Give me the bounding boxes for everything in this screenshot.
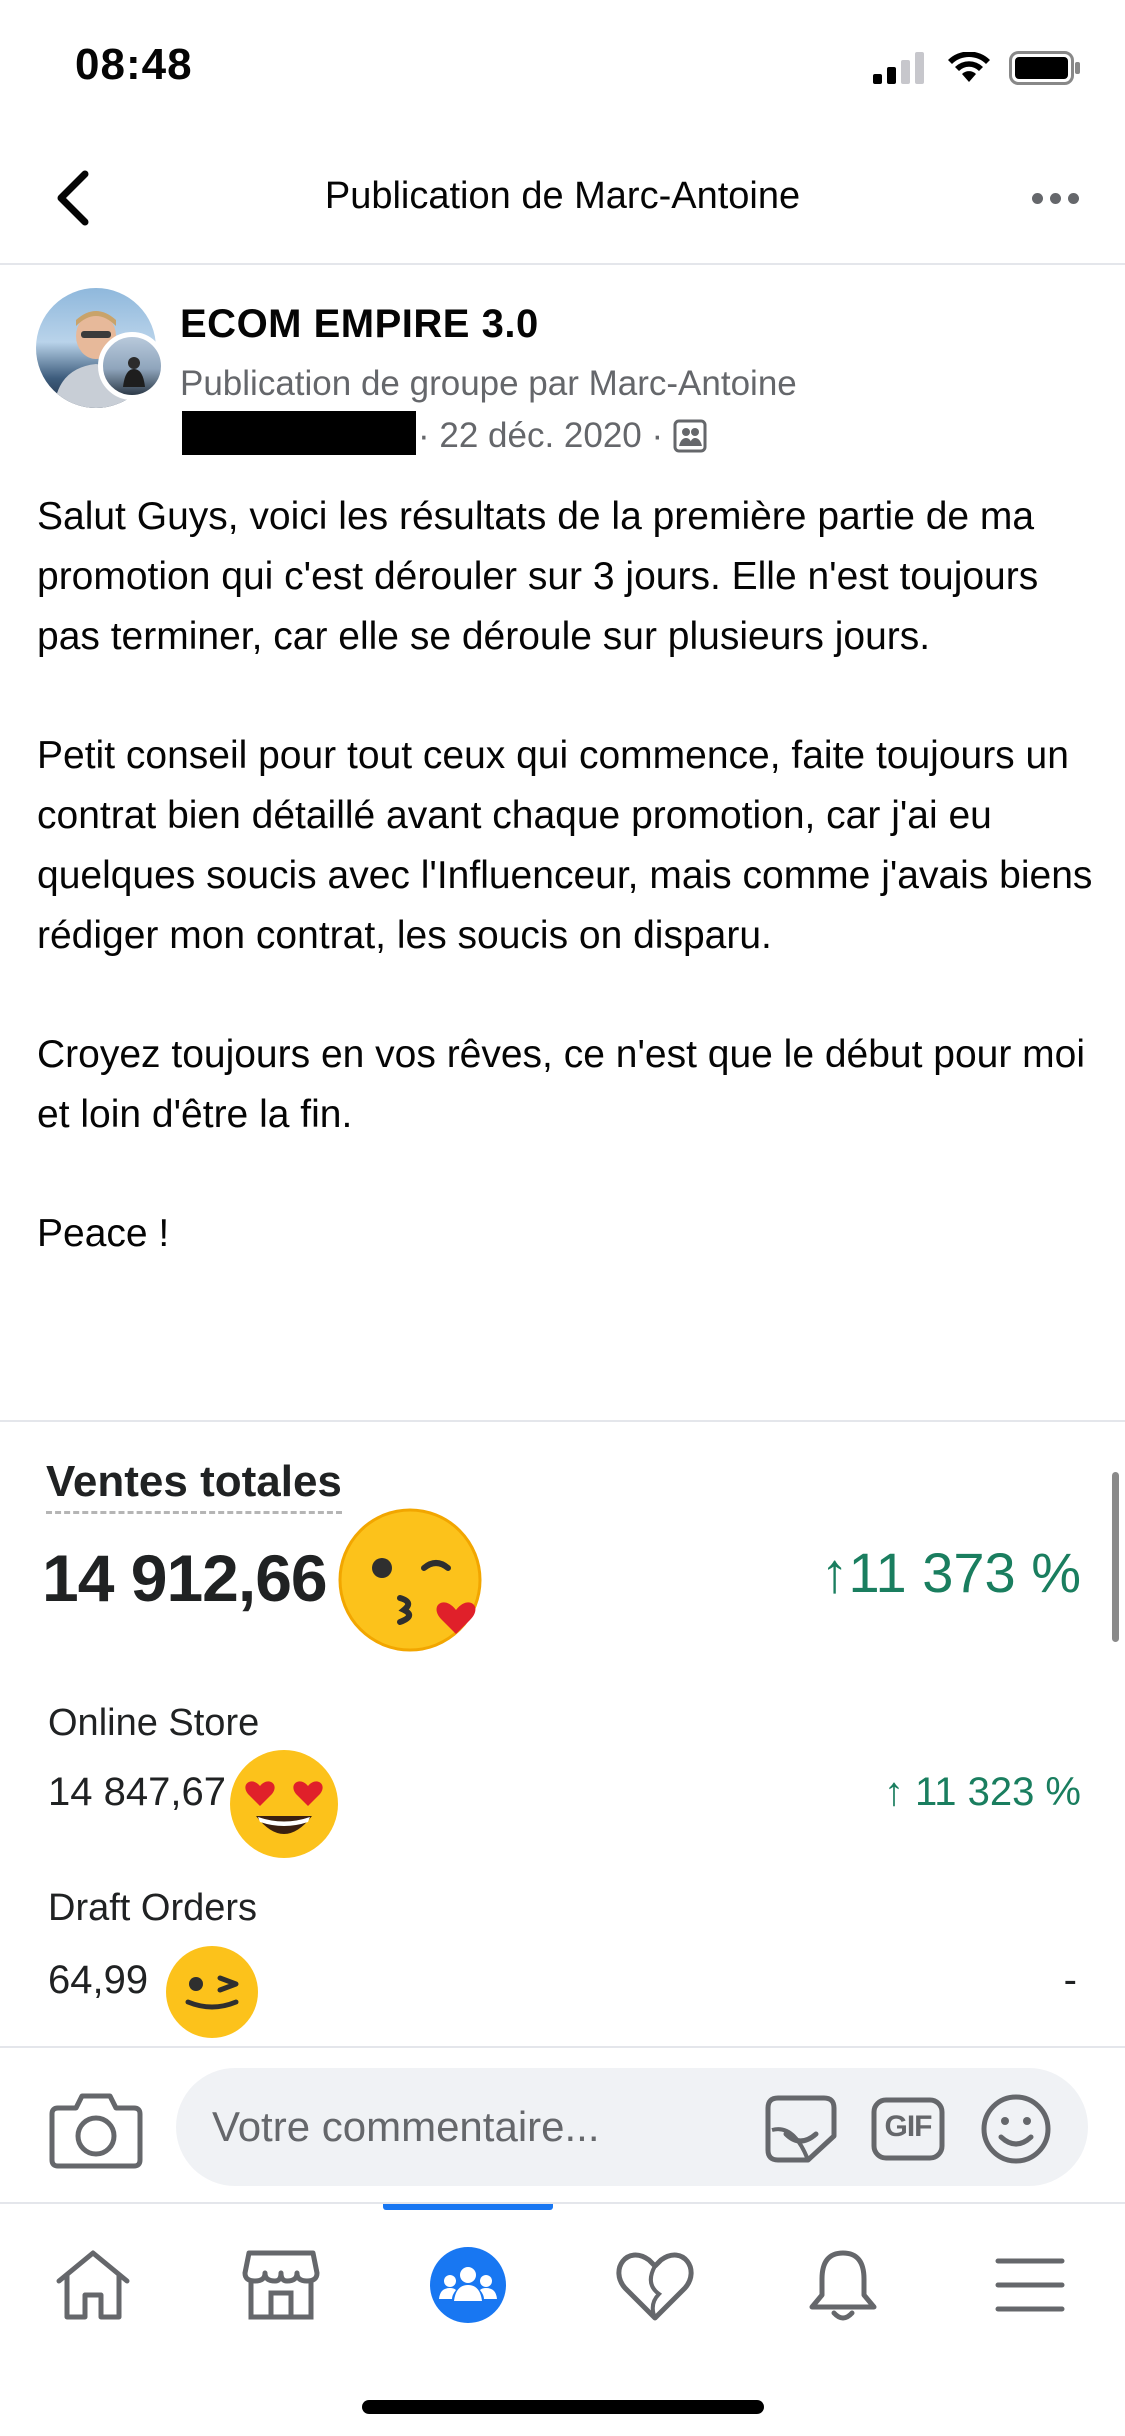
redacted-block [182, 411, 416, 455]
status-time: 08:48 [75, 40, 193, 89]
post-paragraph: Croyez toujours en vos rêves, ce n'est q… [37, 1033, 1086, 1136]
back-button[interactable] [38, 163, 108, 233]
post-paragraph: Peace ! [37, 1212, 170, 1255]
author-photo [123, 357, 145, 387]
home-icon [56, 2250, 130, 2320]
draft-orders-change: - [1063, 1958, 1077, 2002]
gif-label: GIF [884, 2110, 933, 2143]
post-paragraph: Salut Guys, voici les résultats de la pr… [37, 495, 1039, 658]
groups-icon [430, 2247, 506, 2323]
bottom-tab-bar [0, 2202, 1125, 2436]
post-image-attachment[interactable]: Ventes totales 14 912,66 ↑11 373 % Onlin… [0, 1420, 1125, 2046]
smiley-icon [981, 2094, 1051, 2164]
status-bar: 08:48 [0, 0, 1125, 135]
post-header: ECOM EMPIRE 3.0 Publication de groupe pa… [0, 270, 1125, 470]
draft-orders-value: 64,99 [48, 1958, 149, 2002]
cellular-signal-icon [873, 52, 924, 84]
active-tab-indicator [383, 2204, 553, 2210]
total-sales-label: Ventes totales [46, 1457, 342, 1514]
post-meta: Publication de groupe par Marc-Antoine · … [180, 358, 1000, 462]
gif-button[interactable]: GIF [871, 2094, 945, 2164]
post-paragraph: Petit conseil pour tout ceux qui commenc… [37, 734, 1093, 957]
total-sales-change: ↑11 373 % [820, 1541, 1081, 1604]
comment-composer: GIF [0, 2046, 1125, 2202]
tab-notifications[interactable] [788, 2230, 898, 2340]
sticker-button[interactable] [764, 2094, 838, 2164]
wink-emoji-icon [166, 1946, 258, 2038]
online-store-label: Online Store [48, 1702, 260, 1744]
heart-eyes-emoji-icon [230, 1750, 338, 1858]
online-store-change: ↑ 11 323 % [883, 1770, 1081, 1814]
more-options-button[interactable] [1015, 163, 1095, 233]
tab-groups[interactable] [413, 2230, 523, 2340]
comment-input[interactable] [176, 2068, 1088, 2186]
tab-marketplace[interactable] [226, 2230, 336, 2340]
online-store-value: 14 847,67 [48, 1770, 226, 1814]
marketplace-icon [242, 2250, 320, 2320]
more-dot-icon [1049, 192, 1061, 204]
post-text: Salut Guys, voici les résultats de la pr… [37, 487, 1097, 1323]
home-indicator[interactable] [362, 2400, 764, 2414]
status-icons [873, 48, 1081, 88]
emoji-button[interactable] [979, 2094, 1053, 2164]
tab-home[interactable] [38, 2230, 148, 2340]
group-name[interactable]: ECOM EMPIRE 3.0 [180, 302, 539, 347]
wifi-icon [948, 52, 990, 82]
group-audience-icon [673, 419, 707, 453]
page-title: Publication de Marc-Antoine [324, 175, 801, 217]
chevron-left-icon [57, 170, 89, 226]
attachment-scrollbar [1112, 1472, 1119, 1642]
tab-dating[interactable] [600, 2230, 710, 2340]
dating-heart-icon [616, 2252, 694, 2321]
bell-icon [809, 2250, 877, 2321]
post-date[interactable]: · 22 déc. 2020 · [418, 416, 663, 455]
total-sales-value: 14 912,66 [42, 1541, 328, 1615]
author-avatar[interactable] [98, 332, 166, 400]
more-dot-icon [1067, 192, 1079, 204]
kissing-heart-emoji-icon [338, 1508, 482, 1652]
more-dot-icon [1031, 192, 1043, 204]
nav-header: Publication de Marc-Antoine [0, 135, 1125, 265]
post-author-line[interactable]: Publication de groupe par Marc-Antoine [180, 364, 797, 403]
menu-icon [995, 2258, 1065, 2312]
camera-icon [49, 2093, 143, 2169]
camera-button[interactable] [48, 2086, 144, 2172]
sticker-icon [765, 2095, 837, 2163]
tab-menu[interactable] [975, 2230, 1085, 2340]
draft-orders-label: Draft Orders [48, 1887, 258, 1929]
battery-icon [1009, 51, 1080, 85]
